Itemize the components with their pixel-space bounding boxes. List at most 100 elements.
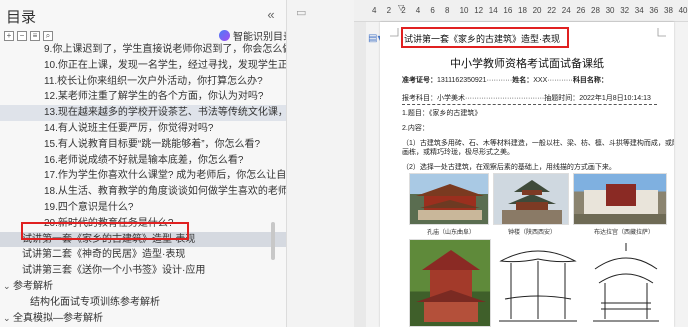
outline-item[interactable]: ⌄ 参考解析	[0, 279, 286, 295]
pavilion-sketch-1	[497, 239, 579, 327]
outline-item-label: 19.四个意识是什么?	[44, 201, 134, 213]
ruler-tick-label: 38	[664, 6, 673, 15]
outline-item-label: 12.某老师注重了解学生的各个方面，你认为对吗?	[44, 91, 264, 103]
photo-green-pavilion	[409, 239, 491, 327]
sketch-drawing-2	[593, 243, 659, 322]
smart-toc-button[interactable]: 智能识别目录	[219, 28, 287, 43]
outline-item[interactable]: 10.你正在上课，发现一名学生，经过寻找，发现学生正...	[0, 58, 287, 74]
ruler-tick-label: 40	[678, 6, 688, 15]
outline-item-label: 10.你正在上课，发现一名学生，经过寻找，发现学生正...	[44, 59, 287, 71]
ruler-tick-label: 6	[430, 6, 435, 15]
ruler-tick-label: 24	[561, 6, 571, 15]
tower-illustration	[502, 180, 562, 224]
ruler-tick-label: 14	[488, 6, 498, 15]
outline-item-label: 14.有人说班主任要严厉，你觉得对吗?	[44, 122, 214, 134]
ruler-tick-label: 26	[576, 6, 586, 15]
ruler-tick-label: 30	[605, 6, 615, 15]
name-value: XXX	[533, 77, 548, 84]
topic-line: 1.题目：《家乡的古建筑》	[402, 110, 482, 117]
outline-item[interactable]: 15.有人说教育目标要“跳一跳能够着”，你怎么看?	[0, 137, 286, 153]
name-label: 姓名：	[512, 77, 534, 84]
outline-item-label: 试讲第二套《神奇的民居》造型·表现	[22, 249, 186, 261]
outline-item-label: 20.新时代的教育任务是什么?	[44, 217, 174, 229]
outline-item[interactable]: 试讲第三套《送你一个小书签》设计·应用	[0, 263, 286, 279]
outline-scrollbar[interactable]	[271, 222, 275, 260]
smart-toc-label: 智能识别目录	[233, 32, 287, 43]
ruler-tick-label: 12	[474, 6, 484, 15]
photo-confucius-temple	[409, 173, 489, 225]
workspace-gap	[288, 0, 354, 327]
exam-subject-line: 报考科目：小学美术·······························…	[402, 95, 651, 102]
outline-item-label: 试讲第三套《送你一个小书签》设计·应用	[22, 265, 206, 277]
panel-toggle-icon[interactable]: ▭	[296, 6, 306, 19]
ruler-tick-label: 36	[649, 6, 659, 15]
outline-item[interactable]: 18.从生活、教育教学的角度谈谈如何做学生喜欢的老师?	[0, 184, 287, 200]
outline-item-label: 全真模拟—参考解析	[13, 312, 103, 324]
ruler-tick-label: 2	[386, 6, 392, 15]
caption-2: 钟楼（陕西西安）	[508, 230, 557, 236]
document-title: 中小学教师资格考试面试备课纸	[450, 57, 604, 70]
ruler-tick-label: 28	[591, 6, 600, 15]
exam-info-line: 准考证号：1311162350921···········姓名：XXX·····…	[402, 77, 608, 84]
exam-no-label: 准考证号：	[402, 77, 437, 84]
palace-illustration	[574, 184, 666, 224]
search-icon[interactable]: ⌕	[43, 31, 53, 41]
expand-all-icon[interactable]: +	[4, 31, 14, 41]
outline-list: 9.你上课迟到了，学生直接说老师你迟到了，你会怎么做? 10.你正在上课，发现一名…	[0, 42, 287, 327]
dashed-divider	[402, 104, 657, 105]
ai-icon	[219, 30, 230, 41]
outline-item[interactable]: 16.老师说成绩不好就是输本底差，你怎么看?	[0, 153, 286, 169]
ruler-tick-label: 18	[518, 6, 527, 15]
outline-item[interactable]: 19.四个意识是什么?	[0, 200, 286, 216]
outline-item-label: 试讲第一套《家乡的古建筑》造型·表现	[22, 233, 196, 245]
outline-item[interactable]: ⌄ 全真模拟—参考解析	[0, 311, 286, 327]
collapse-all-icon[interactable]: −	[17, 31, 27, 41]
photo-potala-palace	[573, 173, 667, 225]
level-icon[interactable]: ≡	[30, 31, 40, 41]
document-page[interactable]: 试讲第一套《家乡的古建筑》造型·表现 中小学教师资格考试面试备课纸 准考证号：1…	[380, 22, 674, 327]
indent-marker-icon[interactable]: ▽	[398, 3, 404, 12]
chevron-down-icon[interactable]: ⌄	[3, 311, 11, 327]
vertical-ruler[interactable]	[354, 22, 366, 327]
content-label: 2.内容：	[402, 125, 429, 132]
outline-item[interactable]: 试讲第一套《家乡的古建筑》造型·表现	[0, 231, 286, 248]
outline-item-label: 结构化面试专项训练参考解析	[30, 296, 160, 308]
outline-item[interactable]: 20.新时代的教育任务是什么?	[0, 216, 286, 232]
ruler-tick-label: 16	[503, 6, 513, 15]
subject-label: 科目名称：	[572, 77, 608, 84]
outline-item-label: 9.你上课迟到了，学生直接说老师你迟到了，你会怎么做?	[44, 44, 287, 55]
pavilion-sketch-2	[585, 239, 667, 327]
outline-item-label: 11.校长让你来组织一次户外活动，你打算怎么办?	[44, 75, 263, 87]
ruler-tick-label: 8	[445, 6, 450, 15]
outline-item[interactable]: 12.某老师注重了解学生的各个方面，你认为对吗?	[0, 89, 286, 105]
outline-item[interactable]: 结构化面试专项训练参考解析	[0, 295, 286, 311]
chevron-down-icon[interactable]: ⌄	[3, 279, 11, 295]
outline-item[interactable]: 13.现在越来越多的学校开设茶艺、书法等传统文化课，你...	[0, 105, 287, 121]
outline-item-label: 18.从生活、教育教学的角度谈谈如何做学生喜欢的老师?	[44, 186, 287, 198]
outline-item[interactable]: 17.作为学生你喜欢什么课堂? 成为老师后，你怎么让自己...	[0, 168, 286, 184]
outline-item-label: 13.现在越来越多的学校开设茶艺、书法等传统文化课，你...	[44, 107, 287, 119]
outline-title: 目录	[6, 8, 37, 26]
document-heading: 试讲第一套《家乡的古建筑》造型·表现	[404, 34, 560, 44]
collapse-panel-icon[interactable]: «	[262, 6, 280, 24]
paragraph-2: （2）选择一处古建筑，在观察后素的基础上，用线描的方式画下来。	[402, 164, 616, 171]
pavilion-illustration	[416, 250, 486, 322]
ruler-tick-label: 4	[372, 6, 377, 15]
outline-panel: 目录 « + − ≡ ⌕ 智能识别目录 9.你上课迟到了，学生直接说老师你迟到了…	[0, 0, 287, 327]
outline-item[interactable]: 试讲第二套《神奇的民居》造型·表现	[0, 247, 286, 263]
ruler-tick-label: 34	[634, 6, 644, 15]
ruler-tick-label: 32	[620, 6, 630, 15]
outline-item-label: 16.老师说成绩不好就是输本底差，你怎么看?	[44, 154, 244, 166]
ruler-tick-label: 22	[547, 6, 557, 15]
outline-item[interactable]: 9.你上课迟到了，学生直接说老师你迟到了，你会怎么做?	[0, 42, 287, 58]
paragraph-1b: 画栋，或精巧玲珑，极尽形式之美。	[402, 149, 514, 156]
temple-illustration	[416, 184, 484, 220]
caption-3: 布达拉宫（西藏拉萨）	[594, 230, 655, 236]
outline-item[interactable]: 14.有人说班主任要严厉，你觉得对吗?	[0, 121, 286, 137]
outline-item-label: 15.有人说教育目标要“跳一跳能够着”，你怎么看?	[44, 138, 261, 150]
ruler-tick-label: 4	[415, 6, 421, 15]
sketch-drawing-1	[499, 250, 577, 322]
ruler-tick-label: 10	[459, 6, 469, 15]
ruler-tick-label: 20	[532, 6, 542, 15]
outline-item[interactable]: 11.校长让你来组织一次户外活动，你打算怎么办?	[0, 74, 286, 90]
